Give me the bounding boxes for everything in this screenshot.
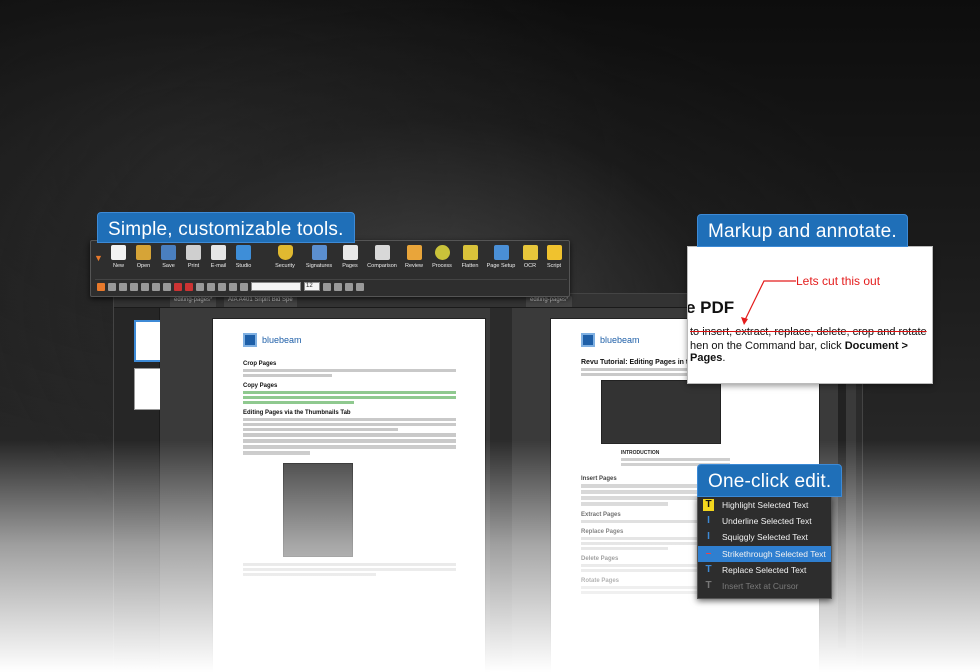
signature-icon [311, 245, 327, 260]
paste-icon[interactable] [141, 282, 149, 291]
pages-button[interactable]: Pages [336, 245, 364, 269]
document-tab[interactable]: AIA A401 Snplrt Bid Spe [224, 296, 297, 307]
bold-icon[interactable] [334, 282, 342, 291]
pdf-icon[interactable] [185, 282, 193, 291]
cut-icon[interactable] [119, 282, 127, 291]
review-icon [406, 245, 422, 260]
squiggly-icon: I [707, 531, 710, 543]
open-button[interactable]: Open [131, 245, 156, 269]
comparison-button[interactable]: Comparison [364, 245, 400, 269]
strikethrough-text: to insert, extract, replace, delete, cro… [690, 326, 927, 338]
new-button[interactable]: New [106, 245, 131, 269]
studio-icon [236, 245, 251, 260]
markup-icon[interactable] [174, 282, 182, 291]
shape-icon[interactable] [207, 282, 215, 291]
fill-icon[interactable] [240, 282, 248, 291]
embedded-screenshot [601, 380, 721, 444]
italic-icon[interactable] [345, 282, 353, 291]
undo-icon[interactable] [97, 282, 105, 291]
menu-item-highlight[interactable]: T Highlight Selected Text [698, 497, 831, 513]
document-page: bluebeam Crop Pages Copy Pages Editing P… [212, 318, 486, 672]
flatten-icon [462, 245, 478, 260]
print-button[interactable]: Print [181, 245, 206, 269]
underline-icon: I [707, 515, 710, 527]
font-select[interactable] [251, 282, 301, 291]
ocr-button[interactable]: OCR [518, 245, 542, 269]
callout-markup: Markup and annotate. [697, 214, 908, 247]
highlight-icon: T [703, 499, 714, 511]
markup-example-panel: Lets cut this out e PDF to insert, extra… [687, 246, 933, 384]
document-pane-left: bluebeam Crop Pages Copy Pages Editing P… [160, 308, 490, 672]
new-file-icon [111, 245, 126, 260]
ocr-icon [522, 245, 538, 260]
email-icon [211, 245, 226, 260]
text-color-icon[interactable] [323, 282, 331, 291]
thumbnails-panel [114, 308, 166, 672]
script-button[interactable]: Script [542, 245, 566, 269]
redo-icon[interactable] [108, 282, 116, 291]
security-shield-icon [277, 245, 293, 260]
section-heading: Crop Pages [243, 361, 277, 367]
toolbar-row: ▼ New Open Save Print E-mail Studio Secu… [91, 245, 569, 277]
brand-name: bluebeam [262, 335, 302, 345]
signatures-button[interactable]: Signatures [302, 245, 336, 269]
callout-tools: Simple, customizable tools. [97, 212, 355, 243]
copy-icon[interactable] [130, 282, 138, 291]
line-style-icon[interactable] [229, 282, 237, 291]
insert-text-icon: T [705, 579, 712, 591]
annotation-note: Lets cut this out [796, 274, 881, 288]
line-icon[interactable] [218, 282, 226, 291]
markup-body-text: hen on the Command bar, click Document >… [690, 340, 908, 364]
print-icon [186, 245, 201, 260]
delete-icon[interactable] [152, 282, 160, 291]
save-button[interactable]: Save [156, 245, 181, 269]
bluebeam-logo: bluebeam [243, 333, 465, 347]
document-tab[interactable]: editing-pages* [170, 296, 217, 307]
save-icon [161, 245, 176, 260]
replace-text-icon: T [705, 563, 712, 575]
embedded-screenshot [283, 463, 353, 557]
callout-edit: One-click edit. [697, 464, 843, 497]
select-icon[interactable] [163, 282, 171, 291]
menu-item-replace[interactable]: T Replace Selected Text [698, 562, 831, 578]
open-folder-icon [136, 245, 151, 260]
menu-item-insert-text: T Insert Text at Cursor [698, 578, 831, 594]
security-button[interactable]: Security [268, 245, 302, 269]
brand-name: bluebeam [600, 335, 640, 345]
email-button[interactable]: E-mail [206, 245, 231, 269]
page-setup-icon [493, 245, 509, 260]
studio-button[interactable]: Studio [231, 245, 256, 269]
flatten-button[interactable]: Flatten [456, 245, 484, 269]
menu-arrow-icon[interactable]: ▼ [91, 245, 106, 271]
section-heading: Copy Pages [243, 383, 278, 389]
main-toolbar: ▼ New Open Save Print E-mail Studio Secu… [90, 240, 570, 297]
toolbar-row-secondary: 12 [95, 279, 567, 293]
process-gear-icon [434, 245, 450, 260]
edit-context-menu: T Highlight Selected Text I Underline Sele… [697, 496, 832, 599]
section-heading: Editing Pages via the Thumbnails Tab [243, 410, 351, 416]
document-tab[interactable]: editing-pages* [526, 296, 573, 307]
process-button[interactable]: Process [428, 245, 456, 269]
menu-item-underline[interactable]: I Underline Selected Text [698, 513, 831, 529]
page-setup-button[interactable]: Page Setup [484, 245, 518, 269]
intro-label: INTRODUCTION [621, 450, 660, 456]
strikethrough-icon: – [705, 547, 712, 559]
comparison-icon [374, 245, 390, 260]
markup-heading: e PDF [687, 298, 735, 317]
pages-icon [342, 245, 358, 260]
menu-item-strikethrough[interactable]: – Strikethrough Selected Text [698, 545, 831, 562]
underline-format-icon[interactable] [356, 282, 364, 291]
pen-icon[interactable] [196, 282, 204, 291]
font-size-select[interactable]: 12 [304, 282, 320, 291]
review-button[interactable]: Review [400, 245, 428, 269]
menu-item-squiggly[interactable]: I Squiggly Selected Text [698, 529, 831, 545]
script-icon [546, 245, 562, 260]
